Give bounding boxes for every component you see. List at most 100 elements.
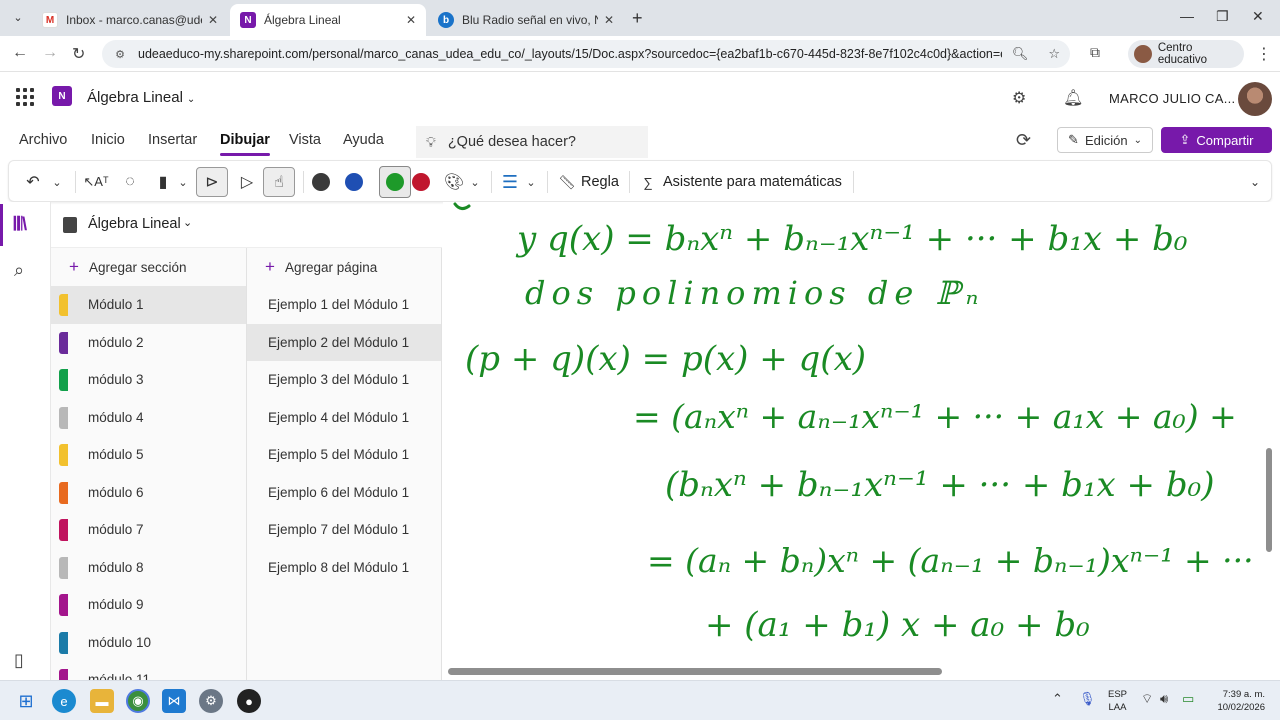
mobile-view-icon[interactable]: ▯: [14, 650, 24, 671]
section-item[interactable]: módulo 6: [51, 474, 246, 512]
new-tab-icon[interactable]: +: [632, 8, 643, 29]
zoom-icon[interactable]: 🔍︎: [1012, 46, 1029, 62]
eraser-dropdown-chevron-icon[interactable]: ⌄: [175, 167, 191, 197]
ribbon-collapse-chevron-icon[interactable]: ⌄: [1245, 167, 1265, 197]
reload-icon[interactable]: ↻: [72, 44, 85, 64]
pen-color-green[interactable]: [386, 173, 404, 191]
pen-color-blue[interactable]: [345, 173, 363, 191]
bookmark-star-icon[interactable]: ☆: [1048, 46, 1060, 62]
app-launcher-icon[interactable]: [16, 88, 34, 106]
user-name[interactable]: MARCO JULIO CA...: [1109, 91, 1235, 106]
page-item[interactable]: Ejemplo 4 del Módulo 1: [247, 399, 441, 437]
close-tab-icon[interactable]: ✕: [208, 13, 218, 27]
settings-app-icon[interactable]: ⚙: [199, 689, 223, 713]
windows-start-icon[interactable]: ⊞: [14, 689, 38, 713]
page-item[interactable]: Ejemplo 8 del Módulo 1: [247, 549, 441, 587]
notifications-bell-icon[interactable]: 🔔︎: [1063, 88, 1083, 108]
menu-inicio[interactable]: Inicio: [91, 132, 125, 148]
site-info-icon[interactable]: ⚙: [112, 46, 128, 62]
notebook-title-dropdown[interactable]: Álgebra Lineal ⌄: [87, 89, 195, 106]
minimize-icon[interactable]: —: [1180, 8, 1194, 24]
volume-icon[interactable]: 🔊︎: [1160, 691, 1168, 707]
show-hidden-icons-chevron-icon[interactable]: ⌃: [1052, 691, 1063, 707]
section-item[interactable]: módulo 4: [51, 399, 246, 437]
input-language[interactable]: ESP LAA: [1108, 688, 1127, 714]
obs-studio-icon[interactable]: ●: [237, 689, 261, 713]
undo-dropdown-chevron-icon[interactable]: ⌄: [49, 167, 65, 197]
battery-charging-icon[interactable]: ▭: [1182, 691, 1194, 707]
vscode-icon[interactable]: ⋈: [162, 689, 186, 713]
close-tab-icon[interactable]: ✕: [604, 13, 614, 27]
section-item[interactable]: módulo 10: [51, 624, 246, 662]
settings-gear-icon[interactable]: ⚙: [1012, 88, 1026, 108]
menu-dibujar[interactable]: Dibujar: [220, 132, 270, 156]
extensions-icon[interactable]: ⧉: [1090, 44, 1100, 61]
section-item[interactable]: módulo 5: [51, 436, 246, 474]
section-item[interactable]: módulo 8: [51, 549, 246, 587]
ruler-icon[interactable]: 📏︎: [557, 167, 577, 197]
section-item[interactable]: módulo 9: [51, 586, 246, 624]
lasso-select-icon[interactable]: ◌: [117, 167, 143, 197]
touch-draw-icon[interactable]: ☝: [263, 167, 295, 197]
vertical-scrollbar[interactable]: [1266, 448, 1272, 552]
ruler-label[interactable]: Regla: [581, 174, 619, 190]
menu-vista[interactable]: Vista: [289, 132, 321, 148]
pen-color-red[interactable]: [412, 173, 430, 191]
search-icon[interactable]: ⌕: [14, 260, 24, 281]
color-palette-icon[interactable]: 🎨︎: [441, 167, 467, 197]
browser-tab-gmail[interactable]: M Inbox - marco.canas@udea.edu ✕: [32, 4, 228, 36]
chrome-browser-icon[interactable]: ◉: [126, 689, 150, 713]
section-item[interactable]: Módulo 1: [51, 286, 246, 324]
horizontal-scrollbar[interactable]: [448, 668, 942, 675]
user-avatar[interactable]: [1238, 82, 1272, 116]
menu-archivo[interactable]: Archivo: [19, 132, 67, 148]
page-item[interactable]: Ejemplo 7 del Módulo 1: [247, 511, 441, 549]
forward-icon[interactable]: →: [42, 44, 58, 62]
page-item[interactable]: Ejemplo 5 del Módulo 1: [247, 436, 441, 474]
page-item[interactable]: Ejemplo 3 del Módulo 1: [247, 361, 441, 399]
wifi-icon[interactable]: ⌔: [1141, 691, 1153, 707]
tab-search-chevron-icon[interactable]: ⌄: [8, 7, 28, 27]
section-item[interactable]: módulo 3: [51, 361, 246, 399]
sync-icon[interactable]: ⟳: [1016, 130, 1031, 151]
maximize-icon[interactable]: ❐: [1216, 8, 1229, 25]
ink-to-text-icon[interactable]: ↖Aᵀ: [83, 167, 109, 197]
edge-browser-icon[interactable]: e: [52, 689, 76, 713]
section-item[interactable]: módulo 7: [51, 511, 246, 549]
back-icon[interactable]: ←: [12, 44, 28, 62]
share-button[interactable]: ⇪ Compartir: [1161, 127, 1272, 153]
section-item[interactable]: módulo 2: [51, 324, 246, 362]
section-item[interactable]: módulo 11: [51, 661, 246, 680]
system-clock[interactable]: 7:39 a. m. 10/02/2026: [1203, 688, 1265, 714]
notebook-nav-header[interactable]: Álgebra Lineal ⌄: [51, 202, 442, 248]
undo-icon[interactable]: ↶: [21, 167, 45, 197]
tell-me-search[interactable]: 💡︎ ¿Qué desea hacer?: [416, 126, 648, 158]
file-explorer-icon[interactable]: ▬: [90, 689, 114, 713]
close-window-icon[interactable]: ✕: [1252, 8, 1264, 25]
page-item[interactable]: Ejemplo 1 del Módulo 1: [247, 286, 441, 324]
page-item[interactable]: Ejemplo 6 del Módulo 1: [247, 474, 441, 512]
close-tab-icon[interactable]: ✕: [406, 13, 416, 27]
eraser-icon[interactable]: ▮: [151, 167, 175, 197]
pen-color-black[interactable]: [312, 173, 330, 191]
pen-tool-icon[interactable]: ⊳: [196, 167, 228, 197]
page-canvas[interactable]: y q(x) = bₙxⁿ + bₙ₋₁xⁿ⁻¹ + ··· + b₁x + b…: [443, 202, 1280, 680]
menu-insertar[interactable]: Insertar: [148, 132, 197, 148]
palette-dropdown-chevron-icon[interactable]: ⌄: [467, 167, 483, 197]
editing-mode-button[interactable]: ✎ Edición ⌄: [1057, 127, 1153, 153]
highlighter-tool-icon[interactable]: ▷: [233, 167, 261, 197]
notebooks-library-icon[interactable]: 𝄃𝄃\: [14, 214, 27, 235]
page-item[interactable]: Ejemplo 2 del Módulo 1: [247, 323, 441, 361]
browser-tab-blu-radio[interactable]: b Blu Radio señal en vivo, Noticia ✕: [428, 4, 624, 36]
line-thickness-icon[interactable]: ☰: [497, 167, 523, 197]
address-bar[interactable]: ⚙ udeaeduco-my.sharepoint.com/personal/m…: [102, 40, 1070, 68]
profile-chip[interactable]: Centro educativo: [1128, 40, 1244, 68]
math-assistant-icon[interactable]: ∑: [637, 167, 659, 197]
browser-tab-onenote[interactable]: N Álgebra Lineal ✕: [230, 4, 426, 36]
menu-ayuda[interactable]: Ayuda: [343, 132, 384, 148]
thickness-dropdown-chevron-icon[interactable]: ⌄: [523, 167, 539, 197]
add-section-button[interactable]: + Agregar sección: [51, 248, 246, 286]
math-assistant-label[interactable]: Asistente para matemáticas: [663, 174, 842, 190]
microphone-icon[interactable]: 🎙︎: [1079, 691, 1096, 707]
add-page-button[interactable]: + Agregar página: [247, 248, 441, 286]
